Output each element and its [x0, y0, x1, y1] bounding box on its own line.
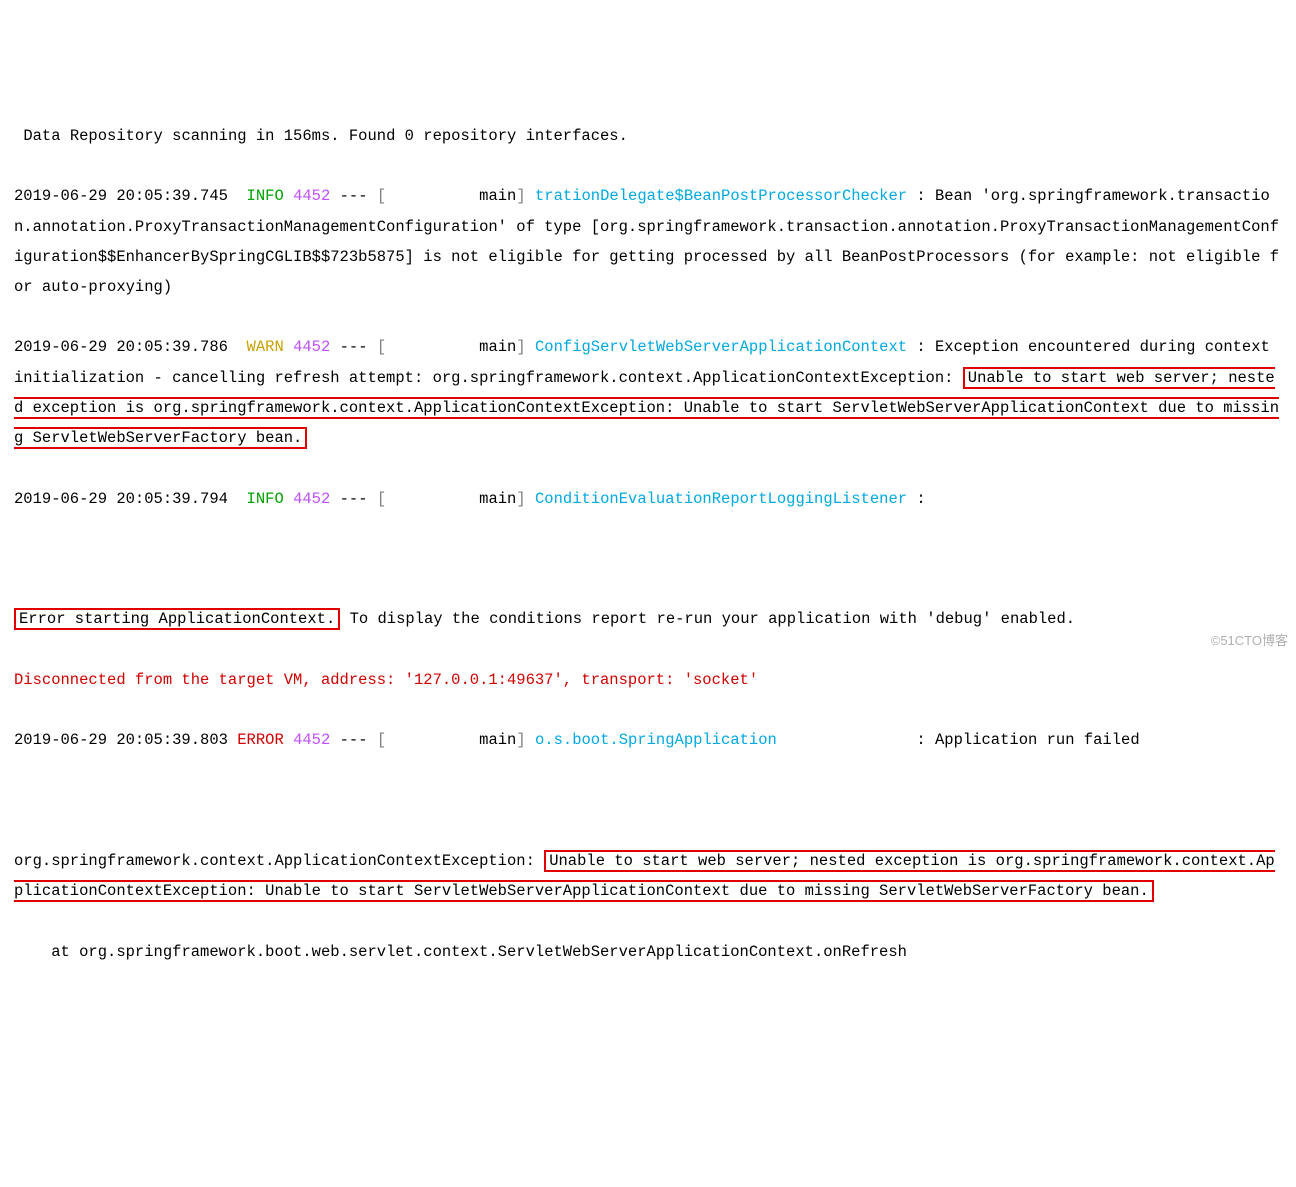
blank-line — [14, 544, 1282, 574]
dash: --- — [340, 490, 368, 508]
log-text: To display the conditions report re-run … — [340, 610, 1075, 628]
log-line: 2019-06-29 20:05:39.803 ERROR 4452 --- [… — [14, 725, 1282, 755]
timestamp: 2019-06-29 20:05:39.803 — [14, 731, 228, 749]
pid: 4452 — [293, 338, 330, 356]
blank-line — [14, 786, 1282, 816]
log-line: Data Repository scanning in 156ms. Found… — [14, 121, 1282, 151]
logger-name: o.s.boot.SpringApplication — [535, 731, 777, 749]
log-line: 2019-06-29 20:05:39.786 WARN 4452 --- [ … — [14, 332, 1282, 453]
thread: main — [386, 731, 516, 749]
log-message: Application run failed — [935, 731, 1140, 749]
colon: : — [907, 187, 935, 205]
log-line: 2019-06-29 20:05:39.745 INFO 4452 --- [ … — [14, 181, 1282, 302]
logger-name: ConfigServletWebServerApplicationContext — [535, 338, 907, 356]
dash: --- — [340, 187, 368, 205]
bracket-open: [ — [377, 187, 386, 205]
timestamp: 2019-06-29 20:05:39.745 — [14, 187, 228, 205]
colon: : — [907, 490, 935, 508]
bracket-open: [ — [377, 338, 386, 356]
log-text: Data Repository scanning in 156ms. Found… — [14, 127, 628, 145]
logger-name: trationDelegate$BeanPostProcessorChecker — [535, 187, 907, 205]
bracket-close: ] — [516, 338, 525, 356]
thread: main — [386, 187, 516, 205]
timestamp: 2019-06-29 20:05:39.794 — [14, 490, 228, 508]
highlight-error-box: Error starting ApplicationContext. — [14, 608, 340, 630]
stack-trace-line: at org.springframework.boot.web.servlet.… — [14, 937, 1282, 967]
watermark: ©51CTO博客 — [1211, 628, 1288, 653]
level-info: INFO — [247, 187, 284, 205]
pid: 4452 — [293, 187, 330, 205]
logger-pad — [777, 731, 907, 749]
bracket-open: [ — [377, 731, 386, 749]
log-line: Disconnected from the target VM, address… — [14, 665, 1282, 695]
log-line: org.springframework.context.ApplicationC… — [14, 846, 1282, 906]
pid: 4452 — [293, 490, 330, 508]
dash: --- — [340, 731, 368, 749]
stack-at: at org.springframework.boot.web.servlet.… — [14, 943, 907, 961]
thread: main — [386, 338, 516, 356]
level-error: ERROR — [237, 731, 284, 749]
level-info: INFO — [247, 490, 284, 508]
disconnected-message: Disconnected from the target VM, address… — [14, 671, 758, 689]
level-warn: WARN — [247, 338, 284, 356]
bracket-close: ] — [516, 731, 525, 749]
bracket-close: ] — [516, 490, 525, 508]
colon: : — [907, 338, 935, 356]
logger-name: ConditionEvaluationReportLoggingListener — [535, 490, 907, 508]
exception-prefix: org.springframework.context.ApplicationC… — [14, 852, 544, 870]
log-line: 2019-06-29 20:05:39.794 INFO 4452 --- [ … — [14, 484, 1282, 514]
thread: main — [386, 490, 516, 508]
colon: : — [907, 731, 935, 749]
bracket-open: [ — [377, 490, 386, 508]
timestamp: 2019-06-29 20:05:39.786 — [14, 338, 228, 356]
pid: 4452 — [293, 731, 330, 749]
bracket-close: ] — [516, 187, 525, 205]
log-line: Error starting ApplicationContext. To di… — [14, 604, 1282, 634]
dash: --- — [340, 338, 368, 356]
